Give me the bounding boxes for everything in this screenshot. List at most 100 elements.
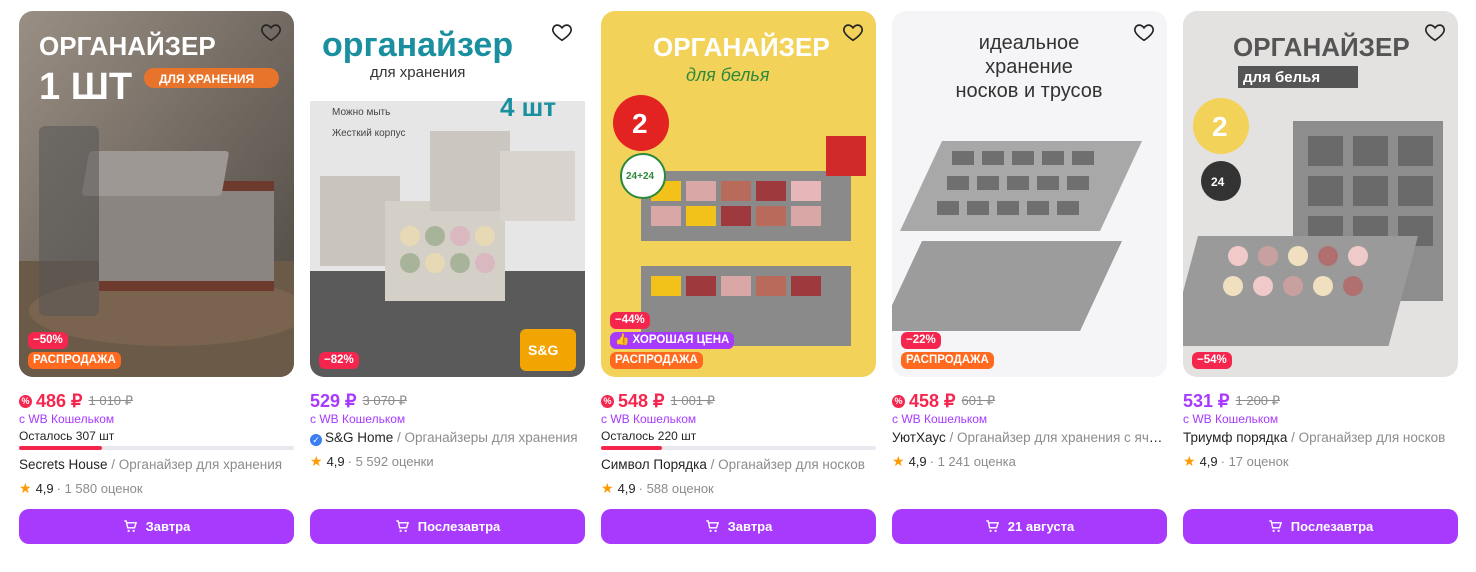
price-row: % 548 ₽ 1 001 ₽	[601, 390, 876, 412]
wallet-discount-icon: %	[892, 394, 905, 408]
star-icon: ★	[892, 452, 905, 469]
svg-text:ОРГАНАЙЗЕР: ОРГАНАЙЗЕР	[1233, 32, 1410, 62]
product-category: / Органайзер для носков	[706, 457, 865, 472]
product-name[interactable]: Символ Порядка / Органайзер для носков	[601, 456, 876, 474]
review-count: · 17 оценок	[1220, 453, 1289, 469]
product-name[interactable]: Secrets House / Органайзер для хранения	[19, 456, 294, 474]
price: 458 ₽	[909, 390, 956, 411]
product-image[interactable]: ОРГАНАЙЗЕР 1 ШТ ДЛЯ ХРАНЕНИЯ −50% РАСПРО…	[19, 11, 294, 377]
thumb-up-icon: 👍	[615, 334, 633, 346]
discount-badge: −44%	[610, 312, 650, 329]
product-card[interactable]: ОРГАНАЙЗЕР 1 ШТ ДЛЯ ХРАНЕНИЯ −50% РАСПРО…	[19, 11, 294, 497]
delivery-label: 21 августа	[1007, 519, 1075, 534]
product-image[interactable]: ОРГАНАЙЗЕР для белья 2 24 −54%	[1183, 11, 1458, 377]
rating-value: 4,9	[326, 453, 345, 469]
delivery-label: Завтра	[727, 519, 773, 534]
product-category: / Органайзер для носков	[1287, 430, 1446, 445]
favorite-heart-icon[interactable]	[1422, 19, 1448, 45]
product-image-art: ОРГАНАЙЗЕР 1 ШТ ДЛЯ ХРАНЕНИЯ	[19, 11, 294, 377]
svg-text:идеальное: идеальное	[979, 32, 1079, 54]
star-icon: ★	[310, 452, 323, 469]
svg-text:24+24: 24+24	[626, 171, 655, 182]
rating: ★ 4,9 · 1 241 оценка	[892, 452, 1167, 470]
delivery-label: Завтра	[145, 519, 191, 534]
old-price: 1 001 ₽	[670, 393, 715, 408]
svg-text:4 шт: 4 шт	[500, 92, 556, 122]
svg-text:1 ШТ: 1 ШТ	[39, 66, 132, 108]
star-icon: ★	[601, 479, 614, 496]
badges: −54%	[1192, 352, 1232, 369]
product-name[interactable]: Триумф порядка / Органайзер для носков	[1183, 429, 1458, 447]
discount-badge: −54%	[1192, 352, 1232, 369]
rating-value: 4,9	[35, 480, 54, 496]
rating-value: 4,9	[617, 480, 636, 496]
brand-name: S&G Home	[325, 430, 394, 445]
cart-icon	[123, 520, 137, 532]
review-count: · 1 241 оценка	[929, 453, 1016, 469]
product-image-art: идеальное хранение носков и трусов	[892, 11, 1167, 377]
add-to-cart-button[interactable]: 21 августа	[892, 509, 1167, 544]
delivery-label: Послезавтра	[1290, 519, 1374, 534]
product-image[interactable]: органайзер для хранения Можно мыть Жестк…	[310, 11, 585, 377]
svg-text:для белья: для белья	[1243, 69, 1320, 86]
favorite-heart-icon[interactable]	[258, 19, 284, 45]
wallet-note: с WB Кошельком	[1183, 412, 1279, 426]
wallet-discount-icon: %	[601, 394, 614, 408]
cart-icon	[986, 520, 999, 532]
badges: −50% РАСПРОДАЖА	[28, 332, 121, 369]
product-card[interactable]: ОРГАНАЙЗЕР для белья 2 24+24 −44% 👍 ХОРО…	[601, 11, 876, 497]
svg-text:24: 24	[1211, 175, 1225, 189]
badges: −44% 👍 ХОРОШАЯ ЦЕНА РАСПРОДАЖА	[610, 312, 735, 369]
old-price: 1 200 ₽	[1235, 393, 1280, 408]
product-category: / Органайзеры для хранения	[393, 430, 578, 445]
rating: ★ 4,9 · 5 592 оценки	[310, 452, 585, 470]
add-to-cart-button[interactable]: Послезавтра	[1183, 509, 1458, 544]
badges: −82%	[319, 352, 359, 369]
svg-text:ОРГАНАЙЗЕР: ОРГАНАЙЗЕР	[653, 32, 830, 62]
favorite-heart-icon[interactable]	[1131, 19, 1157, 45]
wallet-note: с WB Кошельком	[310, 412, 406, 426]
product-card[interactable]: органайзер для хранения Можно мыть Жестк…	[310, 11, 585, 470]
stock-bar-fill	[601, 446, 662, 450]
old-price: 1 010 ₽	[88, 393, 133, 408]
product-image[interactable]: идеальное хранение носков и трусов −22% …	[892, 11, 1167, 377]
product-image[interactable]: ОРГАНАЙЗЕР для белья 2 24+24 −44% 👍 ХОРО…	[601, 11, 876, 377]
product-card[interactable]: ОРГАНАЙЗЕР для белья 2 24 −54% 531 ₽ 1 2…	[1183, 11, 1458, 470]
svg-text:органайзер: органайзер	[322, 26, 513, 64]
delivery-label: Послезавтра	[417, 519, 501, 534]
rating-value: 4,9	[908, 453, 927, 469]
old-price: 601 ₽	[961, 393, 996, 408]
cart-icon	[705, 520, 719, 532]
price: 531 ₽	[1183, 390, 1230, 411]
svg-text:ОРГАНАЙЗЕР: ОРГАНАЙЗЕР	[39, 31, 216, 61]
good-price-badge: 👍 ХОРОШАЯ ЦЕНА	[610, 332, 735, 349]
wallet-note: с WB Кошельком	[601, 412, 697, 426]
svg-text:S&G: S&G	[528, 342, 558, 358]
stock-left: Осталось 307 шт	[19, 429, 115, 443]
sale-badge: РАСПРОДАЖА	[610, 352, 703, 369]
svg-text:носков и трусов: носков и трусов	[956, 80, 1103, 102]
rating: ★ 4,9 · 17 оценок	[1183, 452, 1458, 470]
product-name[interactable]: ✓ S&G Home / Органайзеры для хранения	[310, 429, 585, 447]
discount-badge: −82%	[319, 352, 359, 369]
old-price: 3 070 ₽	[362, 393, 407, 408]
add-to-cart-button[interactable]: Послезавтра	[310, 509, 585, 544]
discount-badge: −50%	[28, 332, 68, 349]
rating: ★ 4,9 · 588 оценок	[601, 479, 876, 497]
product-name[interactable]: УютХаус / Органайзер для хранения с ячей…	[892, 429, 1167, 447]
product-card[interactable]: идеальное хранение носков и трусов −22% …	[892, 11, 1167, 470]
price: 548 ₽	[618, 390, 665, 411]
favorite-heart-icon[interactable]	[549, 19, 575, 45]
svg-text:хранение: хранение	[985, 56, 1073, 78]
wallet-discount-icon: %	[19, 394, 32, 408]
price-row: % 458 ₽ 601 ₽	[892, 390, 1167, 412]
svg-text:Можно мыть: Можно мыть	[332, 107, 390, 118]
add-to-cart-button[interactable]: Завтра	[19, 509, 294, 544]
product-image-art: органайзер для хранения Можно мыть Жестк…	[310, 11, 585, 377]
wallet-note: с WB Кошельком	[892, 412, 988, 426]
svg-text:для белья: для белья	[686, 65, 770, 85]
star-icon: ★	[19, 479, 32, 496]
favorite-heart-icon[interactable]	[840, 19, 866, 45]
add-to-cart-button[interactable]: Завтра	[601, 509, 876, 544]
product-category: / Органайзер для хранения с ячейками	[949, 430, 1167, 445]
